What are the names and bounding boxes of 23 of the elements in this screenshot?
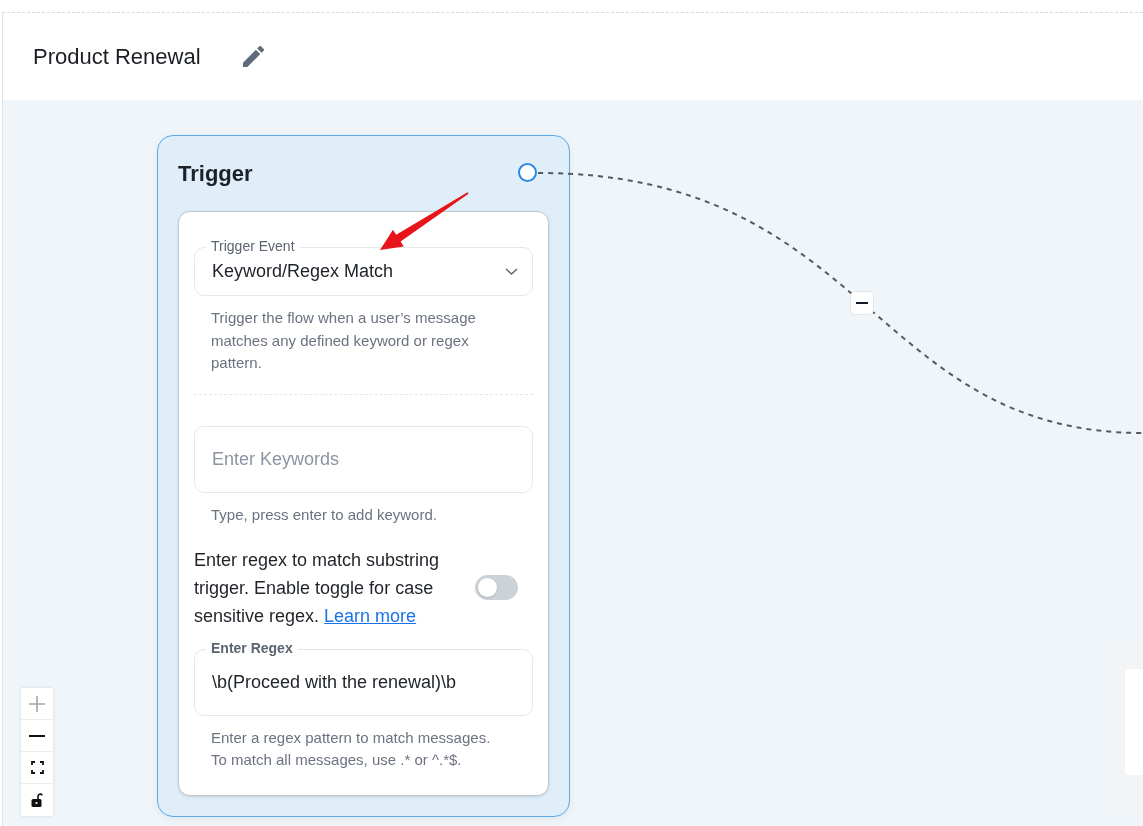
corners-icon [30,761,44,774]
keywords-hint: Type, press enter to add keyword. [211,504,438,525]
lock-button[interactable] [21,784,53,816]
edge-remove-button[interactable] [850,291,874,315]
flow-title: Product Renewal [33,43,201,71]
zoom-out-button[interactable] [21,720,53,752]
keywords-input[interactable]: Enter Keywords [194,425,533,493]
minus-icon [856,302,868,304]
open-padlock-icon [31,793,43,807]
minus-icon [29,734,45,737]
plus-icon [29,695,45,712]
chevron-down-icon [505,268,518,275]
learn-more-link[interactable]: Learn more [324,605,417,626]
regex-toggle-hint: Enter regex to match substring trigger. Enable toggle for case sensitive regex. Learn more [194,548,441,628]
case-sensitive-toggle[interactable] [475,575,518,600]
fit-view-button[interactable] [21,752,53,784]
pencil-icon [242,46,264,67]
regex-hint: Enter a regex pattern to match messages. To match all messages, use .* or ^.*$. [211,727,492,770]
node-title: Trigger [178,160,253,188]
field-label: Trigger Event [206,237,300,255]
trigger-event-description: Trigger the flow when a user’s message matches any defined keyword or regex pattern. [211,308,477,373]
edit-title-button[interactable] [242,46,264,67]
connection-handle[interactable] [518,163,537,182]
